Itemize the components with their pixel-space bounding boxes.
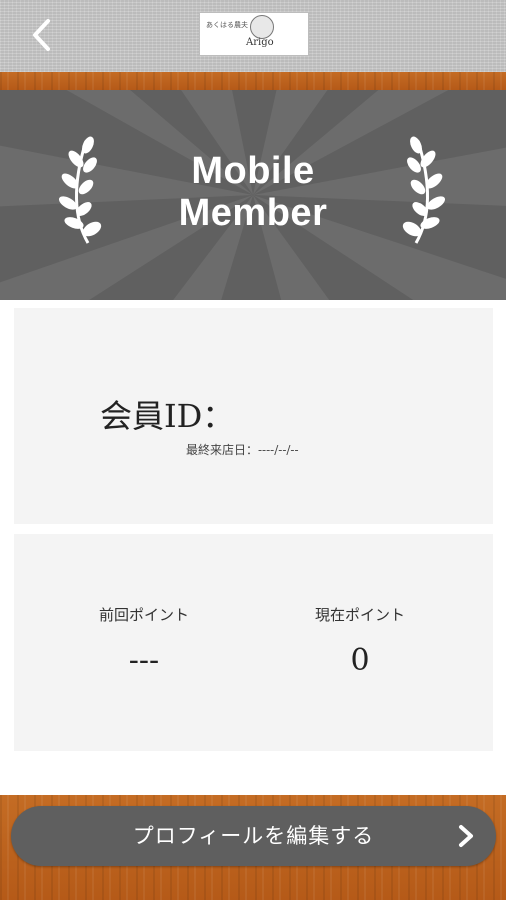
member-banner: Mobile Member (0, 90, 506, 300)
chevron-left-icon (33, 19, 50, 51)
logo-name: Arigo (246, 37, 274, 48)
current-points-value: 0 (350, 643, 370, 678)
laurel-icon (402, 136, 446, 244)
current-points-label: 現在ポイント (314, 606, 405, 624)
previous-points: 前回ポイント --- (44, 604, 244, 678)
logo-tagline: あくはる農夫 (206, 21, 248, 29)
edit-profile-button[interactable]: プロフィールを編集する (11, 806, 496, 866)
shop-logo: あくはる農夫 Arigo (199, 12, 309, 56)
member-id-card: 会員ID： 最終来店日：----/--/-- (14, 308, 493, 524)
chevron-right-icon (459, 825, 473, 847)
wood-divider (0, 72, 506, 90)
logo-emblem (250, 15, 274, 39)
app-header: あくはる農夫 Arigo (0, 0, 506, 72)
edit-profile-label: プロフィールを編集する (132, 824, 375, 848)
member-id-label: 会員ID： (100, 397, 235, 435)
points-card: 前回ポイント --- 現在ポイント 0 (14, 534, 493, 751)
previous-points-value: --- (128, 643, 160, 678)
current-points: 現在ポイント 0 (260, 604, 460, 678)
back-button[interactable] (26, 16, 56, 54)
last-visit-date: 最終来店日：----/--/-- (186, 443, 299, 457)
previous-points-label: 前回ポイント (98, 606, 189, 624)
